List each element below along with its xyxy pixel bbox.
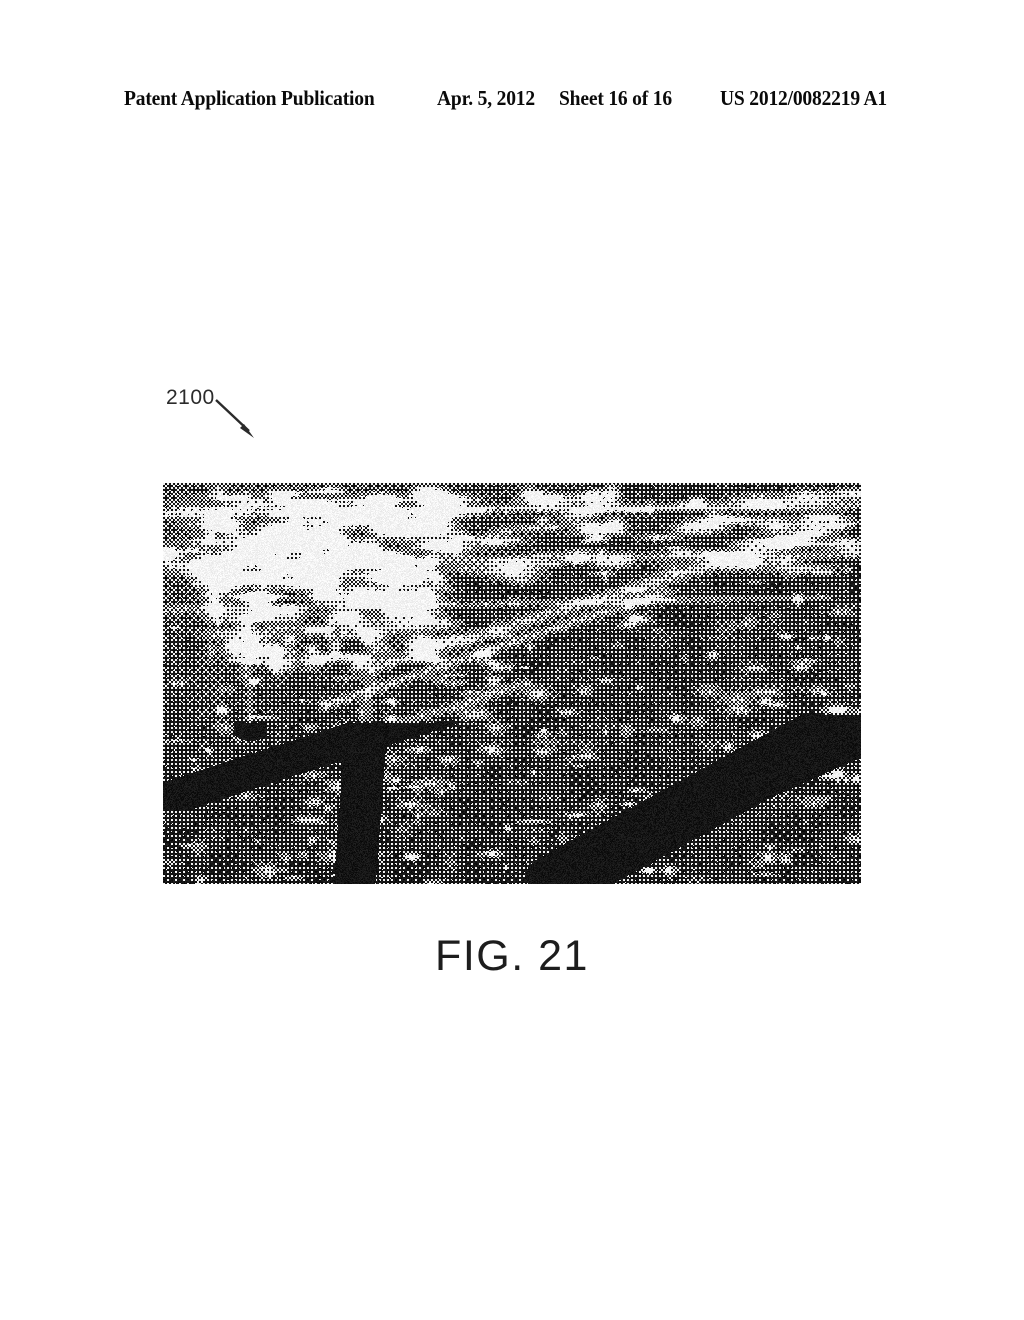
figure-caption: FIG. 21 [435, 932, 589, 980]
aerial-image-canvas [163, 483, 861, 884]
aerial-image-2100 [163, 483, 861, 884]
arrow-down-right-icon [215, 399, 254, 438]
figure-21: 2100 FIG. 21 [0, 0, 1024, 1320]
reference-numeral-2100: 2100 [166, 386, 215, 409]
